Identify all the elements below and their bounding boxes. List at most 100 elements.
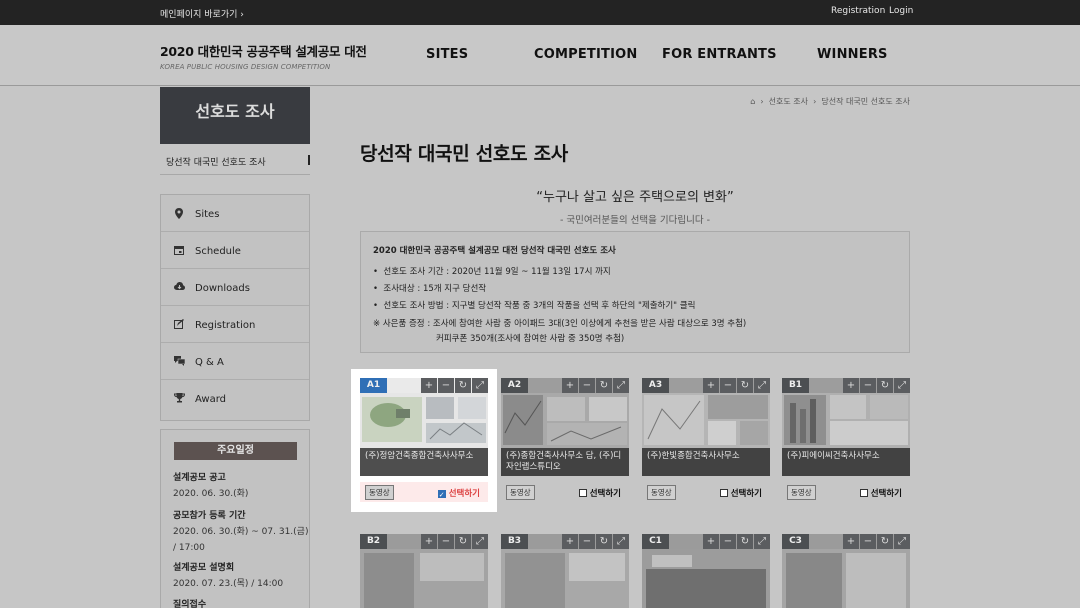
sidebar-item-award[interactable]: Award — [161, 380, 309, 417]
entry-thumbnail-image — [642, 549, 770, 608]
zoom-out-icon[interactable]: − — [720, 378, 736, 393]
site-title: 2020 대한민국 공공주택 설계공모 대전 — [160, 44, 367, 59]
entry-card[interactable]: A1 + − ↻ ⤢ (주)정암건축종합건축사사무소 동영상 ✓ 선택하기 — [360, 378, 488, 502]
schedule-title: 주요일정 — [174, 442, 297, 460]
entry-card[interactable]: C1 + − ↻ ⤢ — [642, 534, 770, 608]
reset-icon[interactable]: ↻ — [596, 534, 612, 549]
sidebar-title: 선호도 조사 — [160, 87, 310, 144]
zoom-out-icon[interactable]: − — [579, 534, 595, 549]
select-label: 선택하기 — [589, 489, 621, 499]
sidebar-sub-item[interactable]: 당선작 대국민 선호도 조사 — [160, 145, 310, 175]
reset-icon[interactable]: ↻ — [877, 378, 893, 393]
breadcrumb-level1[interactable]: 선호도 조사 — [769, 97, 808, 106]
login-link[interactable]: Login — [889, 6, 913, 16]
sidebar-sub-item-label: 당선작 대국민 선호도 조사 — [166, 158, 266, 168]
reset-icon[interactable]: ↻ — [596, 378, 612, 393]
image-tools: + − ↻ ⤢ — [561, 378, 629, 393]
entry-card[interactable]: B1 + − ↻ ⤢ (주)피에이씨건축사사무소 동영상 선택하기 — [782, 378, 910, 502]
fullscreen-icon[interactable]: ⤢ — [613, 378, 629, 393]
video-button[interactable]: 동영상 — [647, 485, 676, 500]
select-label: 선택하기 — [870, 489, 902, 499]
fullscreen-icon[interactable]: ⤢ — [894, 378, 910, 393]
video-button[interactable]: 동영상 — [506, 485, 535, 500]
sidebar-item-qa[interactable]: Q & A — [161, 343, 309, 380]
schedule-item: 설계공모 공고 2020. 06. 30.(화) — [173, 470, 248, 502]
entry-thumbnail[interactable]: A3 + − ↻ ⤢ (주)한빛종합건축사사무소 — [642, 378, 770, 476]
video-button[interactable]: 동영상 — [365, 485, 394, 500]
slogan: “누구나 살고 싶은 주택으로의 변화” — [536, 190, 734, 205]
zoom-out-icon[interactable]: − — [438, 378, 454, 393]
info-item: • 조사대상 : 15개 지구 당선작 — [373, 284, 487, 294]
nav-for-entrants[interactable]: FOR ENTRANTS — [662, 47, 777, 62]
fullscreen-icon[interactable]: ⤢ — [472, 534, 488, 549]
schedule-item: 질의접수 — [173, 597, 206, 608]
zoom-out-icon[interactable]: − — [579, 378, 595, 393]
image-tools: + − ↻ ⤢ — [702, 378, 770, 393]
sidebar-item-registration[interactable]: Registration — [161, 306, 309, 343]
video-button[interactable]: 동영상 — [787, 485, 816, 500]
fullscreen-icon[interactable]: ⤢ — [472, 378, 488, 393]
zoom-in-icon[interactable]: + — [421, 534, 437, 549]
breadcrumb-separator: › — [760, 97, 764, 106]
zoom-out-icon[interactable]: − — [720, 534, 736, 549]
entry-thumbnail-image — [501, 393, 629, 448]
schedule-item-title: 설계공모 설명회 — [173, 563, 235, 573]
sidebar-item-schedule[interactable]: Schedule — [161, 232, 309, 269]
select-checkbox[interactable]: ✓ 선택하기 — [437, 487, 480, 499]
select-label: 선택하기 — [730, 489, 762, 499]
entry-code-badge: B1 — [782, 378, 809, 393]
entry-caption: (주)정암건축종합건축사사무소 — [360, 448, 488, 476]
select-checkbox[interactable]: 선택하기 — [859, 487, 902, 499]
reset-icon[interactable]: ↻ — [737, 378, 753, 393]
zoom-in-icon[interactable]: + — [421, 378, 437, 393]
entry-actions: 동영상 선택하기 — [501, 482, 629, 502]
entry-caption: (주)피에이씨건축사사무소 — [782, 448, 910, 476]
zoom-in-icon[interactable]: + — [703, 534, 719, 549]
schedule-item: 공모참가 등록 기간 2020. 06. 30.(화) ~ 07. 31.(금)… — [173, 508, 308, 556]
schedule-item-date: 2020. 07. 23.(목) / 14:00 — [173, 579, 284, 589]
entry-thumbnail[interactable]: B1 + − ↻ ⤢ (주)피에이씨건축사사무소 — [782, 378, 910, 476]
site-subtitle: KOREA PUBLIC HOUSING DESIGN COMPETITION — [160, 63, 331, 71]
fullscreen-icon[interactable]: ⤢ — [894, 534, 910, 549]
site-logo[interactable]: 2020 대한민국 공공주택 설계공모 대전 KOREA PUBLIC HOUS… — [160, 41, 367, 71]
entry-card[interactable]: B2 + − ↻ ⤢ — [360, 534, 488, 608]
zoom-in-icon[interactable]: + — [562, 378, 578, 393]
reset-icon[interactable]: ↻ — [737, 534, 753, 549]
fullscreen-icon[interactable]: ⤢ — [754, 534, 770, 549]
entry-card[interactable]: C3 + − ↻ ⤢ — [782, 534, 910, 608]
schedule-item-title: 공모참가 등록 기간 — [173, 511, 246, 521]
select-checkbox[interactable]: 선택하기 — [578, 487, 621, 499]
main-page-link[interactable]: 메인페이지 바로가기 › — [160, 7, 244, 20]
select-checkbox[interactable]: 선택하기 — [719, 487, 762, 499]
entry-code-badge: A2 — [501, 378, 528, 393]
entry-thumbnail[interactable]: A1 + − ↻ ⤢ (주)정암건축종합건축사사무소 — [360, 378, 488, 476]
zoom-in-icon[interactable]: + — [843, 534, 859, 549]
nav-competition[interactable]: COMPETITION — [534, 47, 637, 62]
entry-card[interactable]: A3 + − ↻ ⤢ (주)한빛종합건축사사무소 동영상 선택하기 — [642, 378, 770, 502]
entry-card[interactable]: B3 + − ↻ ⤢ — [501, 534, 629, 608]
reset-icon[interactable]: ↻ — [877, 534, 893, 549]
zoom-in-icon[interactable]: + — [562, 534, 578, 549]
zoom-in-icon[interactable]: + — [843, 378, 859, 393]
fullscreen-icon[interactable]: ⤢ — [613, 534, 629, 549]
fullscreen-icon[interactable]: ⤢ — [754, 378, 770, 393]
reset-icon[interactable]: ↻ — [455, 378, 471, 393]
entry-thumbnail[interactable]: A2 + − ↻ ⤢ (주)종합건축사사무소 담, (주)디자인랩스튜디오 — [501, 378, 629, 476]
zoom-out-icon[interactable]: − — [860, 534, 876, 549]
slogan-subtitle: - 국민여러분들의 선택을 기다립니다 - — [559, 215, 711, 226]
breadcrumb-level2[interactable]: 당선작 대국민 선호도 조사 — [821, 97, 910, 106]
edit-icon — [174, 319, 184, 329]
sidebar-item-sites[interactable]: Sites — [161, 195, 309, 232]
nav-winners[interactable]: WINNERS — [817, 47, 888, 62]
entry-card[interactable]: A2 + − ↻ ⤢ (주)종합건축사사무소 담, (주)디자인랩스튜디오 동영… — [501, 378, 629, 502]
zoom-out-icon[interactable]: − — [860, 378, 876, 393]
zoom-in-icon[interactable]: + — [703, 378, 719, 393]
reset-icon[interactable]: ↻ — [455, 534, 471, 549]
nav-sites[interactable]: SITES — [426, 47, 468, 62]
image-tools: + − ↻ ⤢ — [842, 378, 910, 393]
zoom-out-icon[interactable]: − — [438, 534, 454, 549]
chat-icon — [174, 356, 186, 366]
sidebar-item-downloads[interactable]: Downloads — [161, 269, 309, 306]
home-icon[interactable]: ⌂ — [750, 97, 755, 106]
registration-link[interactable]: Registration — [831, 6, 885, 16]
